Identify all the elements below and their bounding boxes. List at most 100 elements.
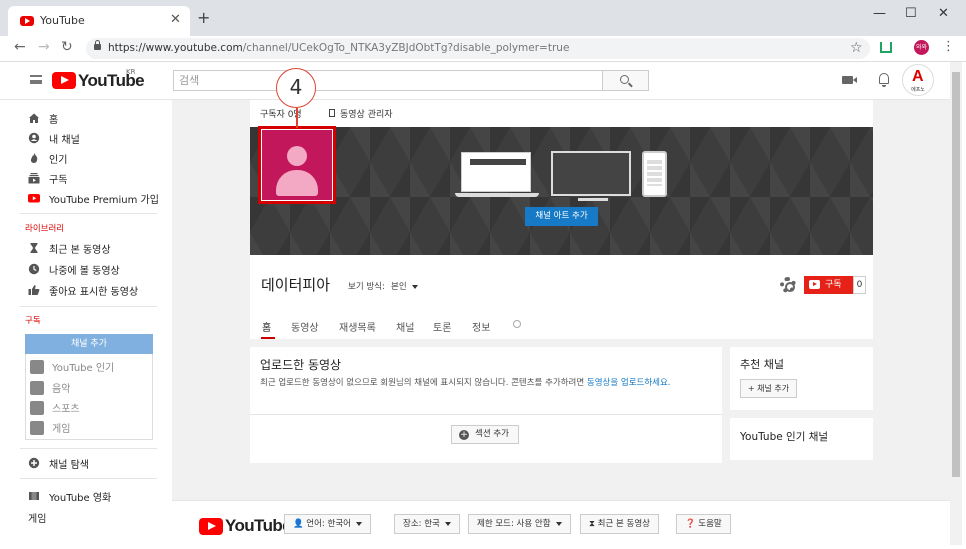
sidebar-item-my-channel[interactable]: 내 채널	[28, 129, 80, 147]
browser-tabbar: YouTube ✕ + — ☐ ✕	[0, 0, 966, 36]
avatar-letter: A	[912, 68, 924, 85]
subscribe-count: 0	[853, 276, 866, 294]
hourglass-icon: ⧗	[589, 519, 595, 529]
url-field[interactable]: https://www.youtube.com/channel/UCekOgTo…	[86, 38, 870, 59]
divider	[20, 478, 157, 479]
maximize-icon[interactable]: ☐	[905, 6, 917, 21]
popular-channels-title[interactable]: YouTube 인기 채널	[740, 429, 828, 444]
sidebar-item-label: 구독	[49, 174, 68, 186]
subscription-list: YouTube 인기 음악 스포츠 게임	[25, 354, 153, 440]
youtube-play-icon	[199, 518, 223, 535]
sidebar-item-label: 인기	[49, 154, 68, 166]
sidebar-item-browse-channels[interactable]: 채널 탐색	[28, 454, 89, 472]
add-channel-art-button[interactable]: 채널 아트 추가	[525, 207, 598, 226]
sidebar-item-label: 최근 본 동영상	[49, 244, 111, 256]
add-channel-button[interactable]: 채널 추가	[25, 334, 153, 354]
tv-illustration	[551, 151, 631, 201]
subscription-label: 게임	[52, 424, 71, 435]
page-scrollbar[interactable]	[950, 62, 962, 545]
step-callout: 4	[276, 68, 316, 108]
sidebar-item-liked[interactable]: 좋아요 표시한 동영상	[28, 281, 138, 299]
tab-discussion[interactable]: 토론	[433, 319, 451, 334]
divider	[20, 448, 157, 449]
bookmark-star-icon[interactable]: ☆	[850, 40, 863, 56]
upload-video-icon[interactable]	[842, 76, 857, 84]
youtube-red-icon	[28, 192, 40, 204]
subscription-item[interactable]: YouTube 인기	[30, 359, 114, 374]
tab-about[interactable]: 정보	[472, 319, 490, 334]
sidebar-item-subscriptions[interactable]: 구독	[28, 169, 67, 187]
plus-circle-icon	[28, 457, 40, 469]
upload-video-link[interactable]: 동영상을 업로드하세요.	[587, 378, 671, 388]
add-recommended-channel-button[interactable]: + 채널 추가	[740, 379, 797, 398]
browser-menu-icon[interactable]: ⋮	[942, 39, 955, 54]
tab-title: YouTube	[40, 14, 85, 27]
restricted-mode-label: 제한 모드: 사용 안함	[477, 519, 551, 529]
sidebar-item-label: 홈	[49, 114, 59, 126]
video-manager-icon	[329, 109, 335, 117]
tab-playlists[interactable]: 재생목록	[339, 319, 376, 334]
sidebar-item-label: 채널 탐색	[49, 459, 89, 471]
restricted-mode-button[interactable]: 제한 모드: 사용 안함	[468, 514, 571, 534]
sidebar-item-trending[interactable]: 인기	[28, 149, 67, 167]
help-icon: ❓	[685, 519, 696, 529]
sidebar-item-movies[interactable]: YouTube 영화	[28, 487, 111, 505]
avatar-person-icon	[287, 146, 307, 166]
help-button[interactable]: ❓ 도움말	[676, 514, 731, 534]
footer-logo[interactable]: YouTube	[225, 516, 292, 536]
subscribe-button[interactable]: 구독	[804, 276, 853, 294]
search-input[interactable]: 검색	[173, 70, 603, 91]
subscription-item[interactable]: 스포츠	[30, 400, 80, 415]
subscription-label: 음악	[52, 384, 71, 395]
sidebar-item-home[interactable]: 홈	[28, 109, 58, 127]
close-window-icon[interactable]: ✕	[938, 6, 949, 21]
flame-icon	[28, 152, 40, 164]
library-heading[interactable]: 라이브러리	[25, 222, 64, 234]
location-button[interactable]: 장소: 한국	[394, 514, 460, 534]
location-label: 장소: 한국	[403, 519, 440, 529]
forward-icon[interactable]: →	[38, 39, 50, 55]
browser-profile-icon[interactable]: 와와	[914, 40, 929, 55]
subscription-item[interactable]: 음악	[30, 380, 70, 395]
avatar-person-body	[276, 170, 318, 196]
view-as-value: 본인	[391, 282, 407, 292]
scrollbar-thumb[interactable]	[952, 72, 960, 477]
browser-tab[interactable]: YouTube ✕	[8, 6, 190, 36]
history-button[interactable]: ⧗ 최근 본 동영상	[580, 514, 659, 534]
language-button[interactable]: 👤 언어: 한국어	[284, 514, 371, 534]
sidebar-item-label: YouTube 영화	[49, 492, 112, 504]
sidebar-item-label: 내 채널	[49, 134, 80, 146]
subscription-item[interactable]: 게임	[30, 420, 70, 435]
hamburger-menu-icon[interactable]	[30, 75, 42, 84]
view-as-dropdown[interactable]: 본인	[391, 280, 418, 292]
channel-avatar[interactable]	[258, 126, 336, 204]
avatar[interactable]: A 에프노	[902, 64, 934, 96]
phone-illustration	[642, 151, 667, 197]
view-as-label: 보기 방식:	[348, 282, 385, 292]
sidebar-item-watch-later[interactable]: 나중에 볼 동영상	[28, 260, 120, 278]
add-section-button[interactable]: + 섹션 추가	[451, 425, 519, 444]
back-icon[interactable]: ←	[14, 39, 26, 55]
gear-icon[interactable]	[780, 277, 796, 293]
sidebar-item-gaming[interactable]: 게임	[28, 508, 46, 526]
close-tab-icon[interactable]: ✕	[170, 12, 181, 27]
notifications-bell-icon[interactable]	[879, 73, 889, 87]
search-button[interactable]	[602, 70, 649, 91]
sidebar-item-premium[interactable]: YouTube Premium 가입	[28, 189, 159, 207]
extension-icon[interactable]	[880, 42, 892, 53]
language-label: 언어: 한국어	[306, 519, 351, 529]
subscriptions-heading[interactable]: 구독	[25, 314, 41, 326]
tab-home[interactable]: 홈	[262, 319, 271, 334]
new-tab-icon[interactable]: +	[197, 10, 210, 26]
sidebar-item-label: 게임	[28, 513, 47, 525]
channel-search-icon[interactable]	[513, 320, 521, 328]
video-manager-link[interactable]: 동영상 관리자	[340, 107, 393, 120]
tab-videos[interactable]: 동영상	[291, 319, 319, 334]
sidebar-item-label: 나중에 볼 동영상	[49, 265, 120, 277]
reload-icon[interactable]: ↻	[61, 39, 73, 55]
tab-channels[interactable]: 채널	[396, 319, 414, 334]
divider	[250, 414, 722, 415]
region-label: KR	[126, 68, 136, 76]
minimize-icon[interactable]: —	[873, 6, 886, 21]
sidebar-item-history[interactable]: 최근 본 동영상	[28, 239, 111, 257]
